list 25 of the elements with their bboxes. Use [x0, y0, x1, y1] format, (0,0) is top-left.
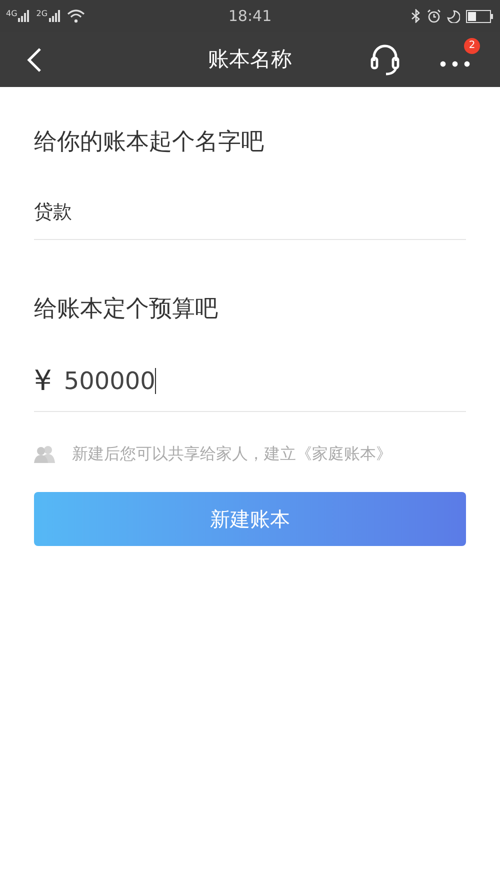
network-label: 2G: [36, 10, 48, 18]
battery-icon: [466, 10, 494, 22]
share-hint: 新建后您可以共享给家人，建立《家庭账本》: [72, 443, 392, 465]
network-label: 4G: [6, 10, 18, 18]
support-button[interactable]: [370, 42, 400, 76]
signal-icon: [48, 10, 61, 22]
budget-field[interactable]: ¥ 500000: [34, 350, 466, 412]
section-heading: 给你的账本起个名字吧: [34, 128, 265, 157]
back-icon: [26, 46, 42, 72]
signal-icon: [18, 10, 30, 22]
bluetooth-icon: [411, 9, 421, 23]
notification-badge: 2: [464, 38, 480, 54]
moon-icon: [447, 10, 460, 22]
more-button[interactable]: 2: [436, 38, 480, 82]
clock: 18:41: [228, 6, 272, 27]
currency-symbol: ¥: [34, 362, 52, 398]
budget-value: 500000: [64, 366, 156, 396]
section-heading: 给账本定个预算吧: [34, 294, 219, 324]
more-icon: [440, 60, 470, 66]
name-field[interactable]: 贷款: [34, 186, 466, 240]
alarm-icon: [427, 9, 441, 23]
page-title: 账本名称: [208, 46, 292, 73]
wifi-icon: [66, 9, 85, 23]
people-icon: [34, 445, 56, 463]
headset-icon: [370, 42, 400, 76]
